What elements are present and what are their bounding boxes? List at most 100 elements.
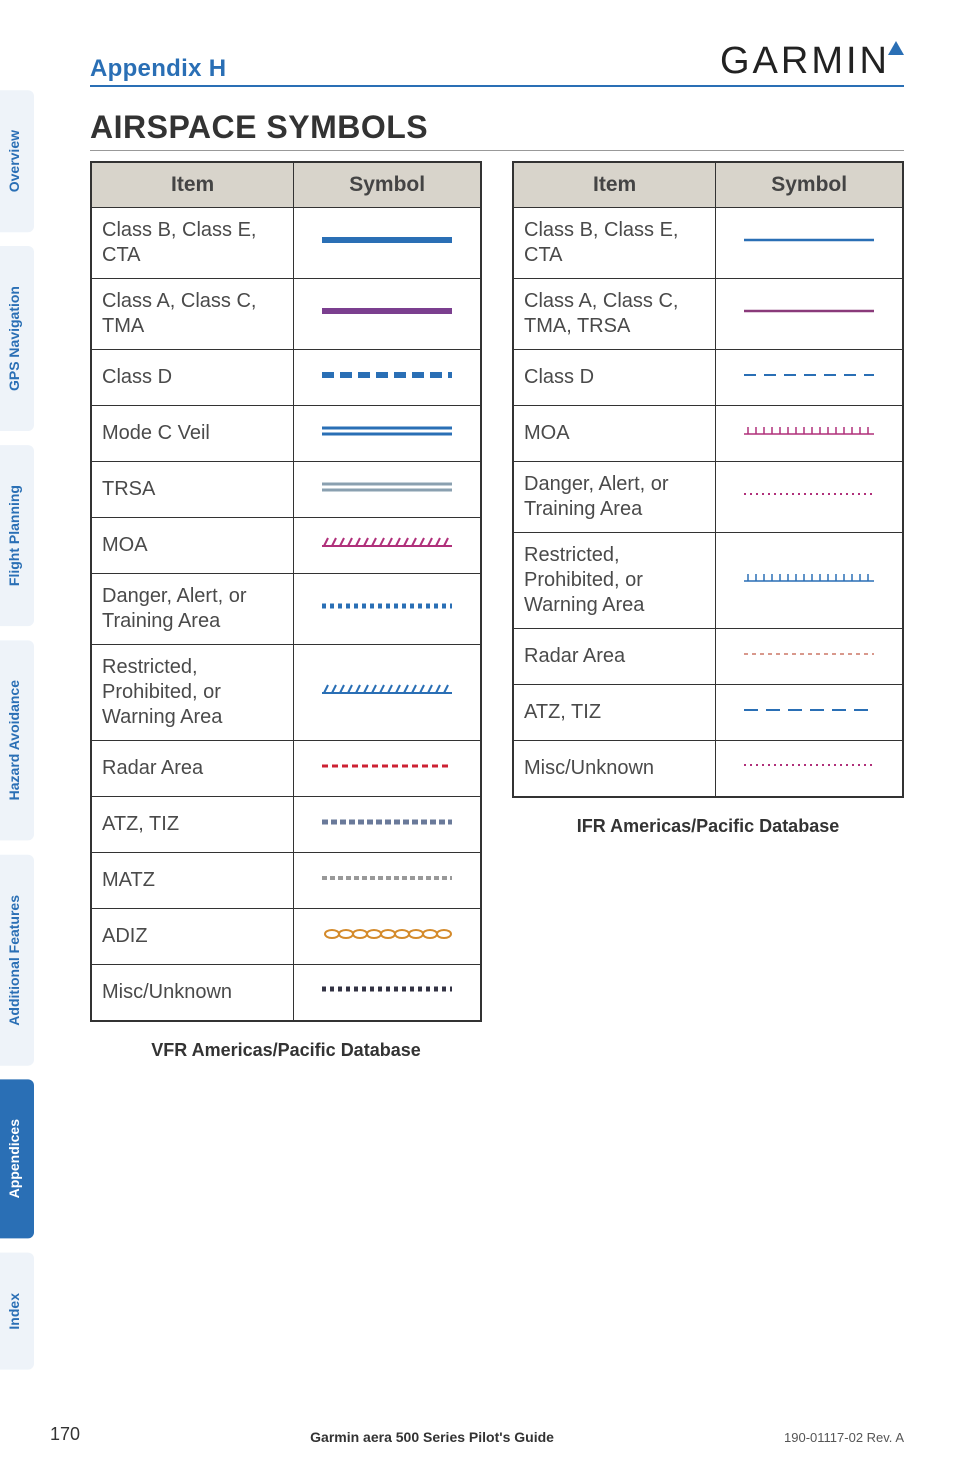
tick-magenta-icon [734,416,884,446]
dash-gray-small-icon [312,863,462,893]
dash-red-small-icon [312,751,462,781]
ifr-symbol [716,462,903,533]
solid-magenta-thin-icon [734,296,884,326]
hatch-magenta-icon [312,528,462,558]
garmin-triangle-icon [888,41,904,55]
tick-blue-icon [734,563,884,593]
page-header: Appendix H GARMIN [90,40,904,87]
section-heading: AIRSPACE SYMBOLS [90,109,904,151]
vfr-item: TRSA [91,462,294,518]
vfr-symbol [294,574,481,645]
ifr-symbol [716,350,903,406]
table-row: MOA [513,406,903,462]
ifr-symbol [716,406,903,462]
dot-dark-icon [312,974,462,1004]
col-symbol: Symbol [716,162,903,208]
dash-red-tiny-icon [734,639,884,669]
dash-blue-thin-icon [734,360,884,390]
ifr-item: Danger, Alert, or Training Area [513,462,716,533]
table-row: Misc/Unknown [91,965,481,1021]
tab-appendices[interactable]: Appendices [0,1079,34,1238]
vfr-item: MATZ [91,853,294,909]
hatch-blue-icon [312,675,462,705]
vfr-symbol [294,462,481,518]
revision: 190-01117-02 Rev. A [784,1430,904,1445]
table-row: MATZ [91,853,481,909]
vfr-symbol [294,797,481,853]
vfr-table: Item Symbol Class B, Class E, CTAClass A… [90,161,482,1022]
vfr-symbol [294,645,481,741]
ifr-item: Radar Area [513,629,716,685]
vfr-symbol [294,208,481,279]
tab-index[interactable]: Index [0,1253,34,1370]
ifr-symbol [716,533,903,629]
solid-blue-thin-icon [734,225,884,255]
ifr-item: MOA [513,406,716,462]
ifr-item: ATZ, TIZ [513,685,716,741]
col-symbol: Symbol [294,162,481,208]
table-row: Radar Area [91,741,481,797]
vfr-item: MOA [91,518,294,574]
ifr-symbol [716,685,903,741]
page-number: 170 [50,1424,80,1445]
ifr-caption: IFR Americas/Pacific Database [512,816,904,837]
table-row: Misc/Unknown [513,741,903,797]
chain-orange-icon [312,919,462,949]
table-row: Class D [91,350,481,406]
ifr-item: Misc/Unknown [513,741,716,797]
ifr-item: Restricted, Prohibited, or Warning Area [513,533,716,629]
brand-text: GARMIN [720,40,890,83]
table-row: Danger, Alert, or Training Area [91,574,481,645]
table-row: ATZ, TIZ [91,797,481,853]
vfr-symbol [294,279,481,350]
table-row: MOA [91,518,481,574]
col-item: Item [91,162,294,208]
table-row: Restricted, Prohibited, or Warning Area [513,533,903,629]
vfr-item: Class D [91,350,294,406]
table-row: TRSA [91,462,481,518]
table-row: Mode C Veil [91,406,481,462]
ifr-symbol [716,629,903,685]
table-row: Class B, Class E, CTA [91,208,481,279]
vfr-item: ADIZ [91,909,294,965]
vfr-caption: VFR Americas/Pacific Database [90,1040,482,1061]
tab-hazard-avoidance[interactable]: Hazard Avoidance [0,640,34,840]
table-row: Class A, Class C, TMA [91,279,481,350]
dot-magenta-small2-icon [734,750,884,780]
vfr-symbol [294,406,481,462]
table-row: Danger, Alert, or Training Area [513,462,903,533]
vfr-item: Restricted, Prohibited, or Warning Area [91,645,294,741]
side-tabs: Overview GPS Navigation Flight Planning Haz… [0,90,34,1383]
ifr-symbol [716,741,903,797]
tab-flight-planning[interactable]: Flight Planning [0,445,34,626]
dash-bluegray-icon [312,807,462,837]
garmin-logo: GARMIN [720,40,904,83]
double-gray-icon [312,472,462,502]
table-row: Radar Area [513,629,903,685]
table-row: Restricted, Prohibited, or Warning Area [91,645,481,741]
vfr-symbol [294,350,481,406]
ifr-item: Class D [513,350,716,406]
tab-overview[interactable]: Overview [0,90,34,232]
vfr-item: Radar Area [91,741,294,797]
dot-magenta-small-icon [734,479,884,509]
solid-blue-thick-icon [312,225,462,255]
ifr-item: Class A, Class C, TMA, TRSA [513,279,716,350]
vfr-item: Class A, Class C, TMA [91,279,294,350]
tab-additional-features[interactable]: Additional Features [0,855,34,1066]
dot-blue-icon [312,591,462,621]
tab-gps-navigation[interactable]: GPS Navigation [0,246,34,431]
vfr-symbol [294,741,481,797]
double-blue-icon [312,416,462,446]
vfr-symbol [294,909,481,965]
col-item: Item [513,162,716,208]
vfr-symbol [294,853,481,909]
ifr-symbol [716,208,903,279]
appendix-label: Appendix H [90,55,226,83]
vfr-item: Misc/Unknown [91,965,294,1021]
table-row: ATZ, TIZ [513,685,903,741]
ifr-table: Item Symbol Class B, Class E, CTAClass A… [512,161,904,798]
vfr-item: ATZ, TIZ [91,797,294,853]
table-row: Class B, Class E, CTA [513,208,903,279]
vfr-symbol [294,518,481,574]
